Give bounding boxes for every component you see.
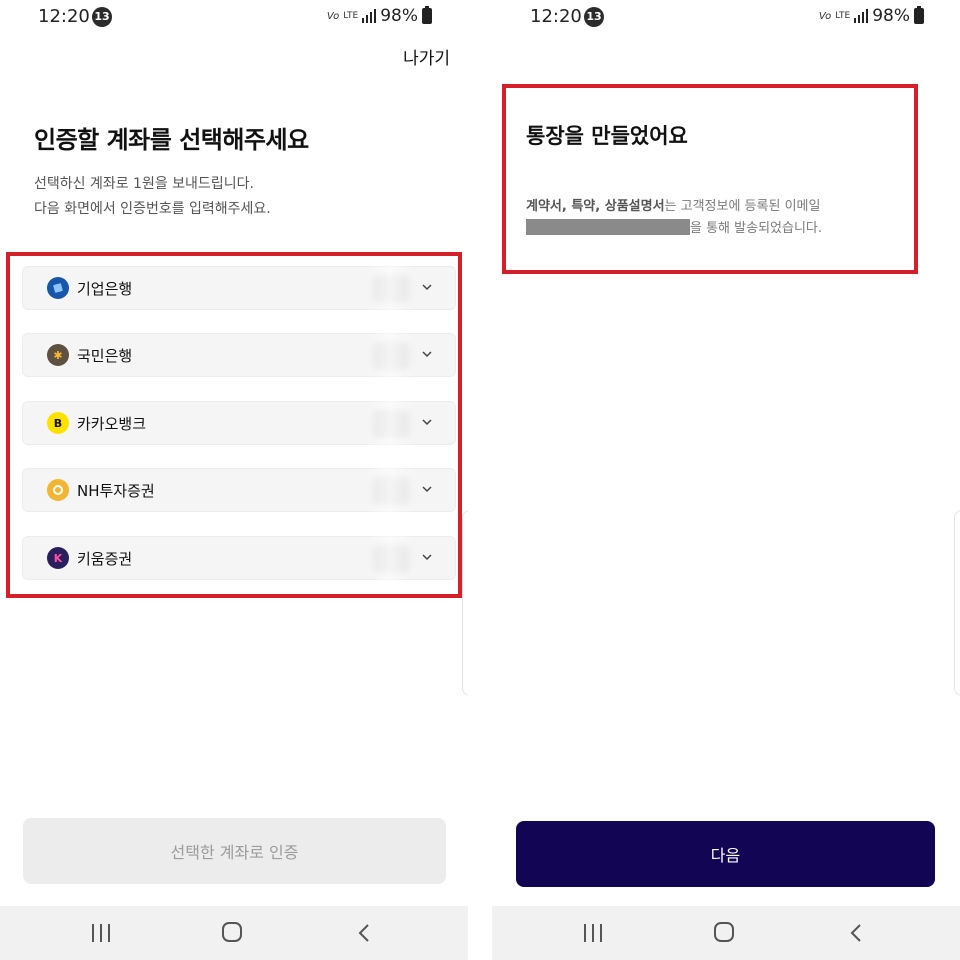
description-line-1: 선택하신 계좌로 1원을 보내드립니다. xyxy=(34,176,254,192)
confirm-account-button[interactable]: 선택한 계좌로 인증 xyxy=(23,818,446,884)
page-title: 인증할 계좌를 선택해주세요 xyxy=(34,126,309,154)
description-text-1: 는 고객정보에 등록된 이메일 xyxy=(664,199,821,214)
status-bar: 12:20 13 Vo LTE 98% xyxy=(492,0,960,34)
next-button[interactable]: 다음 xyxy=(516,821,935,887)
page-description: 선택하신 계좌로 1원을 보내드립니다. 다음 화면에서 인증번호를 입력해주세… xyxy=(34,172,271,222)
volte-icon: Vo xyxy=(818,10,832,22)
status-time: 12:20 xyxy=(38,6,90,27)
home-icon[interactable] xyxy=(222,922,242,942)
recent-apps-icon[interactable] xyxy=(92,924,110,942)
signal-icon xyxy=(854,9,869,23)
page-title: 통장을 만들었어요 xyxy=(526,124,688,148)
screen-divider xyxy=(468,0,492,960)
back-icon[interactable] xyxy=(848,923,864,943)
chevron-down-icon[interactable] xyxy=(419,481,435,497)
status-indicators: Vo LTE 98% xyxy=(327,6,432,26)
description-line-2: 다음 화면에서 인증번호를 입력해주세요. xyxy=(34,201,271,217)
status-indicators: Vo LTE 98% xyxy=(819,6,924,26)
page-description: 계약서, 특약, 상품설명서는 고객정보에 등록된 이메일 을 통해 발송되었습… xyxy=(526,196,906,240)
system-nav-bar xyxy=(0,906,468,960)
bank-name: 카카오뱅크 xyxy=(77,414,147,433)
bank-name: NH투자증권 xyxy=(77,481,155,500)
system-nav-bar xyxy=(492,906,960,960)
home-icon[interactable] xyxy=(714,922,734,942)
status-time: 12:20 xyxy=(530,6,582,27)
kakaobank-icon: B xyxy=(47,412,69,434)
back-icon[interactable] xyxy=(356,923,372,943)
battery-icon xyxy=(914,6,924,24)
lte-icon: LTE xyxy=(343,10,359,21)
chevron-down-icon[interactable] xyxy=(419,279,435,295)
battery-percent: 98% xyxy=(380,6,418,26)
chevron-down-icon[interactable] xyxy=(419,549,435,565)
document-names: 계약서, 특약, 상품설명서 xyxy=(526,199,665,214)
recent-apps-icon[interactable] xyxy=(584,924,602,942)
right-screen: 12:20 13 Vo LTE 98% 통장을 만들었어요 계약서, 특약, 상… xyxy=(492,0,960,960)
bank-name: 키움증권 xyxy=(77,549,133,568)
chevron-down-icon[interactable] xyxy=(419,414,435,430)
chevron-down-icon[interactable] xyxy=(419,346,435,362)
signal-icon xyxy=(362,9,377,23)
account-created-highlight xyxy=(502,84,918,274)
notification-badge: 13 xyxy=(92,7,112,27)
kiwoom-securities-icon: K xyxy=(47,547,69,569)
lte-icon: LTE xyxy=(835,10,851,21)
edge-card xyxy=(954,510,960,696)
exit-link[interactable]: 나가기 xyxy=(403,44,450,69)
left-screen: 12:20 13 Vo LTE 98% 나가기 인증할 계좌를 선택해주세요 선… xyxy=(0,0,468,960)
description-text-2: 을 통해 발송되었습니다. xyxy=(690,221,822,236)
notification-badge: 13 xyxy=(584,7,604,27)
ibk-bank-icon xyxy=(47,277,69,299)
nh-securities-icon xyxy=(47,479,69,501)
status-bar: 12:20 13 Vo LTE 98% xyxy=(0,0,468,34)
bank-name: 기업은행 xyxy=(77,279,133,298)
kb-bank-icon: ✱ xyxy=(47,344,69,366)
email-redacted xyxy=(526,219,690,235)
blur-overlay xyxy=(366,258,414,590)
battery-percent: 98% xyxy=(872,6,910,26)
volte-icon: Vo xyxy=(326,10,340,22)
bank-name: 국민은행 xyxy=(77,346,133,365)
battery-icon xyxy=(422,6,432,24)
